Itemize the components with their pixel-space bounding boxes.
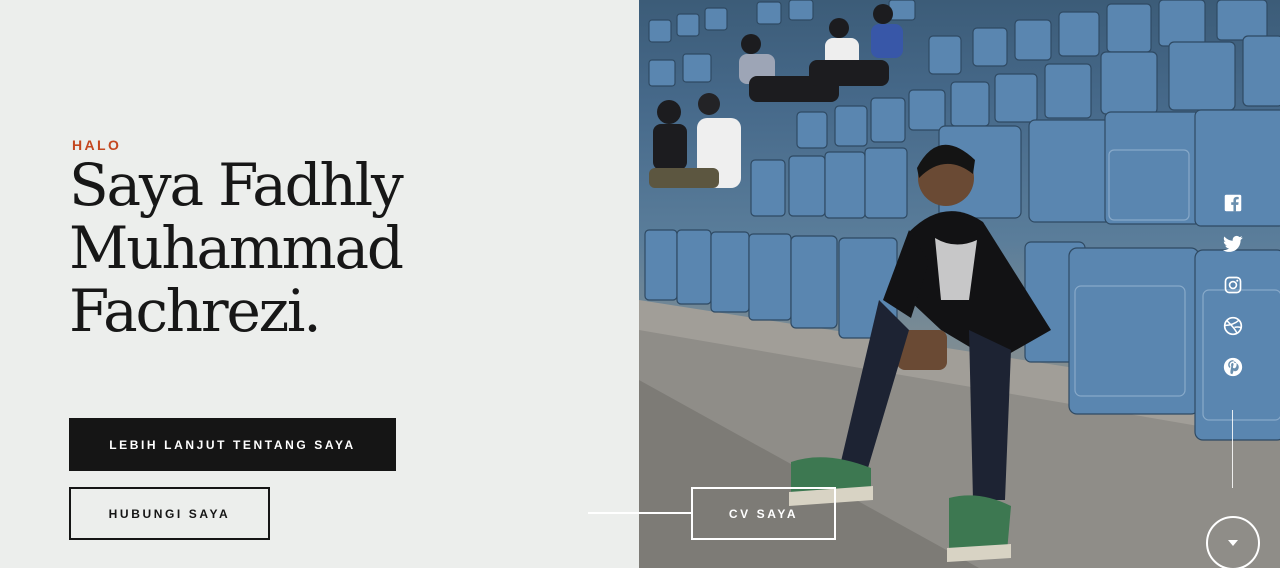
hero-headline: Saya Fadhly Muhammad Fachrezi. (69, 151, 404, 345)
pinterest-icon[interactable] (1221, 355, 1245, 379)
hero-panel: HALO Saya Fadhly Muhammad Fachrezi. LEBI… (0, 0, 639, 568)
headline-line: Fachrezi. (69, 277, 322, 345)
dribbble-icon[interactable] (1221, 314, 1245, 338)
social-divider-line (1232, 410, 1233, 488)
instagram-icon[interactable] (1221, 273, 1245, 297)
cv-button[interactable]: CV SAYA (691, 487, 836, 540)
scroll-down-button[interactable] (1206, 516, 1260, 568)
about-me-button[interactable]: LEBIH LANJUT TENTANG SAYA (69, 418, 396, 471)
cv-connector-line (588, 512, 691, 514)
headline-line: Saya Fadhly (69, 151, 404, 219)
facebook-icon[interactable] (1221, 191, 1245, 215)
contact-me-button[interactable]: HUBUNGI SAYA (69, 487, 270, 540)
hero-photo (639, 0, 1280, 568)
headline-line: Muhammad (69, 214, 404, 282)
caret-down-icon (1228, 540, 1238, 546)
twitter-icon[interactable] (1221, 232, 1245, 256)
social-links (1220, 191, 1246, 379)
stadium-photo-illustration (639, 0, 1280, 568)
